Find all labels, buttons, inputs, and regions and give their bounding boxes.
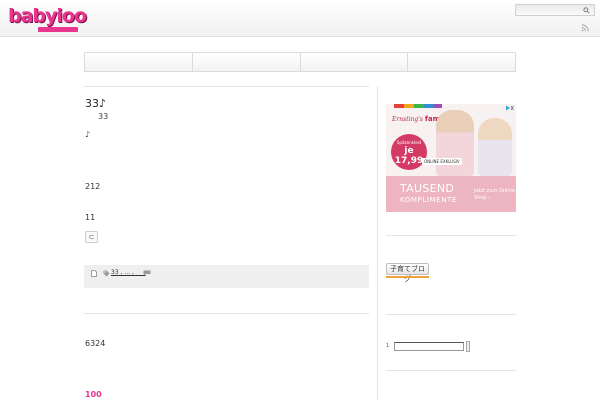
ad-brand-prefix: Ernsting's — [392, 116, 423, 123]
top-bar: babyioo — [0, 0, 600, 37]
search-input[interactable] — [515, 4, 595, 16]
section-heading-100: 100 — [85, 390, 102, 399]
ad-child-photo-2 — [478, 118, 512, 176]
share-button[interactable]: ⊂ — [85, 231, 98, 243]
sidebar-input[interactable] — [394, 342, 464, 351]
sidebar-list-number: 1 — [386, 343, 390, 349]
ad-choices-icon[interactable] — [505, 105, 514, 111]
nav-item-1[interactable] — [85, 53, 193, 71]
comment-icon[interactable] — [143, 270, 151, 276]
rss-icon[interactable] — [581, 24, 589, 32]
sidebar-input-button[interactable] — [466, 341, 470, 352]
nav-item-4[interactable] — [408, 53, 515, 71]
ad-badge-label: Spitzenkleid — [396, 140, 422, 145]
logo-subtitle-bar — [38, 27, 78, 32]
post-meta-bar: 33 , ... , __ , — [84, 265, 369, 288]
content-divider-top — [84, 86, 369, 87]
sidebar-divider-2 — [386, 314, 516, 315]
post-note: ♪ — [85, 130, 91, 139]
document-icon — [91, 270, 97, 277]
post-text-6324: 6324 — [85, 339, 106, 348]
post-title[interactable]: 33♪ — [85, 97, 106, 110]
sidebar-divider-1 — [386, 235, 516, 236]
ad-online-tag: ONLINE EXKLUSIV — [422, 158, 462, 165]
ad-child-photo-1 — [436, 110, 474, 176]
tag-icon — [103, 270, 110, 277]
sidebar-ad-banner[interactable]: Ernsting's family Spitzenkleid je 17,99 … — [386, 104, 516, 212]
sidebar-divider — [377, 86, 378, 400]
main-nav — [84, 52, 516, 72]
post-tags[interactable]: 33 , ... , __ , — [111, 269, 146, 276]
blog-badge-underline — [386, 276, 429, 278]
ad-color-stripes — [394, 104, 442, 108]
tag-links[interactable]: 33 , ... , __ , — [111, 269, 146, 276]
post-text-11: 11 — [85, 213, 96, 222]
ad-headline-2: KOMPLIMENTE — [400, 196, 457, 204]
post-text-212: 212 — [85, 182, 101, 191]
nav-item-2[interactable] — [193, 53, 301, 71]
logo-wordmark: babyioo — [8, 5, 87, 27]
sidebar-divider-3 — [386, 370, 516, 371]
blog-ranking-badge[interactable]: 子育てブログ — [386, 263, 429, 283]
search-icon[interactable] — [583, 7, 590, 14]
nav-item-3[interactable] — [301, 53, 409, 71]
post-subtitle: 33 — [98, 112, 109, 121]
ad-footer: TAUSEND KOMPLIMENTE Jetzt zum Online Sho… — [386, 176, 516, 212]
site-logo[interactable]: babyioo — [8, 6, 87, 34]
ad-headline: TAUSEND — [400, 182, 455, 195]
content-divider-bottom — [84, 313, 369, 314]
ad-cta-link[interactable]: Jetzt zum Online Shop › — [474, 188, 516, 202]
